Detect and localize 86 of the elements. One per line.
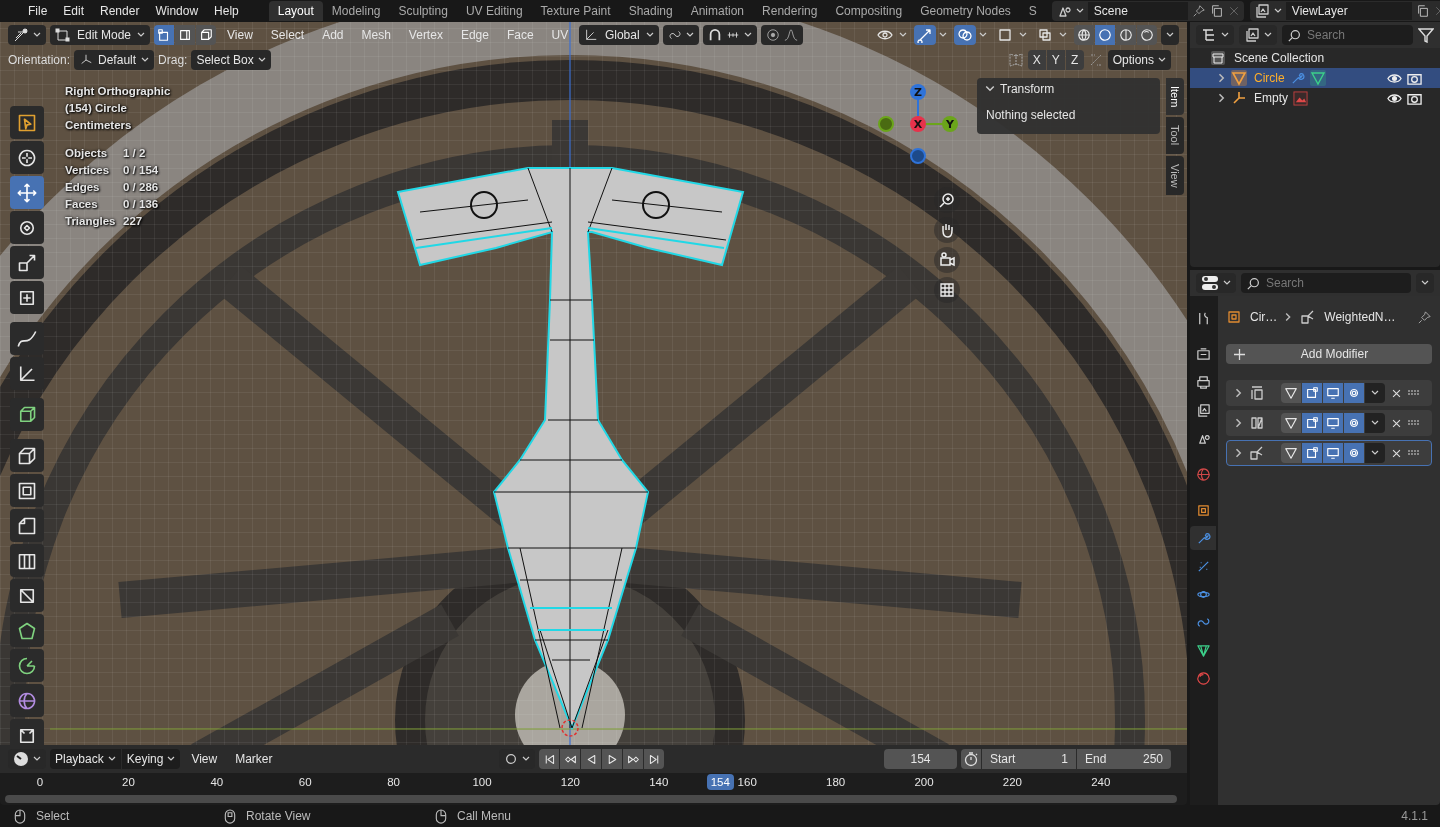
panel-title[interactable]: Transform: [1000, 82, 1055, 96]
workspace-tab[interactable]: Shading: [619, 1, 682, 21]
frame-number: 0: [36, 776, 44, 788]
stat-value: 0 / 154: [123, 163, 160, 178]
scene-selector[interactable]: Scene: [1051, 1, 1244, 21]
frame-number: 80: [387, 776, 400, 788]
object-name-text: (154) Circle: [65, 101, 128, 116]
outliner-row[interactable]: Circle: [1190, 68, 1440, 88]
workspace-tab[interactable]: Rendering: [753, 1, 827, 21]
frame-number: 220: [1002, 776, 1022, 788]
frame-number: 20: [122, 776, 135, 788]
orientation-label: Orientation:: [8, 53, 71, 67]
mode-dropdown[interactable]: Edit Mode: [50, 24, 150, 45]
workspace-tab[interactable]: Modeling: [322, 1, 390, 21]
timeline-dropdown[interactable]: Playback: [50, 749, 121, 769]
frame-number: 180: [826, 776, 846, 788]
end-frame-field[interactable]: End 250: [1077, 749, 1171, 769]
stat-label: Objects: [65, 146, 109, 161]
view-name-text: Right Orthographic: [65, 84, 171, 99]
status-hint: Rotate View: [246, 809, 311, 823]
frame-number: 60: [298, 776, 312, 788]
menu-item[interactable]: File: [20, 4, 56, 18]
frame-number: 40: [210, 776, 224, 788]
sidebar-tab[interactable]: View: [1166, 155, 1184, 196]
object-name[interactable]: Circle: [1254, 71, 1285, 85]
navigation-gizmo[interactable]: Z X Y: [878, 84, 958, 164]
stat-label: Edges: [65, 180, 101, 195]
search-field[interactable]: Search: [1282, 25, 1413, 45]
frame-number: 160: [737, 776, 757, 788]
start-value: 1: [1061, 751, 1068, 768]
header-menu-item[interactable]: Select: [263, 27, 312, 42]
current-frame-field[interactable]: 154: [884, 749, 957, 769]
frame-number: 100: [472, 776, 492, 788]
frame-number: 240: [1091, 776, 1111, 788]
search-field[interactable]: Search: [1241, 273, 1411, 293]
menu-item[interactable]: Edit: [55, 4, 93, 18]
workspace-tab[interactable]: Layout: [268, 1, 323, 21]
playhead[interactable]: 154: [706, 774, 734, 790]
end-value: 250: [1143, 751, 1163, 768]
workspace-tab[interactable]: Compositing: [826, 1, 912, 21]
stat-value: 0 / 286: [123, 180, 160, 195]
workspace-tab[interactable]: Texture Paint: [531, 1, 620, 21]
view-layer-name-field[interactable]: ViewLayer: [1285, 2, 1412, 20]
menu-item[interactable]: Help: [206, 4, 247, 18]
workspace-tab[interactable]: S: [1019, 1, 1046, 21]
view-layer-selector[interactable]: ViewLayer: [1249, 1, 1440, 21]
stat-value: 1 / 2: [123, 146, 147, 161]
version-text: 4.1.1: [1401, 809, 1429, 823]
end-label: End: [1085, 751, 1107, 768]
status-hint: Call Menu: [457, 809, 512, 823]
breadcrumb-item: Cir…: [1250, 310, 1278, 324]
collection-name[interactable]: Scene Collection: [1234, 51, 1325, 65]
status-hint: Select: [36, 809, 70, 823]
stat-label: Triangles: [65, 214, 117, 229]
stat-label: Faces: [65, 197, 99, 212]
workspace-tab[interactable]: Animation: [681, 1, 754, 21]
timeline-dropdown[interactable]: Keying: [121, 749, 181, 769]
start-label: Start: [990, 751, 1016, 768]
drag-dropdown[interactable]: Select Box: [191, 50, 271, 70]
sidebar-tab[interactable]: Tool: [1166, 117, 1184, 154]
frame-number: 140: [649, 776, 669, 788]
header-menu-item[interactable]: View: [220, 27, 260, 42]
stat-value: 227: [123, 214, 144, 229]
workspace-tab[interactable]: Sculpting: [389, 1, 457, 21]
start-frame-field[interactable]: Start 1: [982, 749, 1076, 769]
object-name[interactable]: Empty: [1254, 91, 1288, 105]
add-modifier-button[interactable]: Add Modifier: [1226, 344, 1432, 364]
menu-item[interactable]: Render: [92, 4, 148, 18]
breadcrumb-item: WeightedN…: [1324, 310, 1396, 324]
stat-label: Vertices: [65, 163, 111, 178]
workspace-tab[interactable]: UV Editing: [456, 1, 532, 21]
orientation-dropdown[interactable]: Default: [74, 50, 155, 70]
timeline-menu-item[interactable]: Marker: [228, 752, 280, 766]
outliner-row[interactable]: Empty: [1190, 88, 1440, 108]
workspace-tab[interactable]: Geometry Nodes: [911, 1, 1020, 21]
units-text: Centimeters: [65, 118, 133, 133]
options-dropdown[interactable]: Options: [1107, 50, 1171, 70]
drag-label: Drag:: [158, 53, 188, 67]
frame-number: 200: [914, 776, 934, 788]
sidebar-tab[interactable]: Item: [1166, 78, 1184, 116]
frame-number: 120: [560, 776, 580, 788]
transform-orientation-dropdown[interactable]: Global: [579, 24, 660, 45]
scene-name-field[interactable]: Scene: [1087, 2, 1188, 20]
timeline-menu-item[interactable]: View: [184, 752, 225, 766]
empty-message: Nothing selected: [985, 107, 1077, 122]
menu-item[interactable]: Window: [147, 4, 207, 18]
